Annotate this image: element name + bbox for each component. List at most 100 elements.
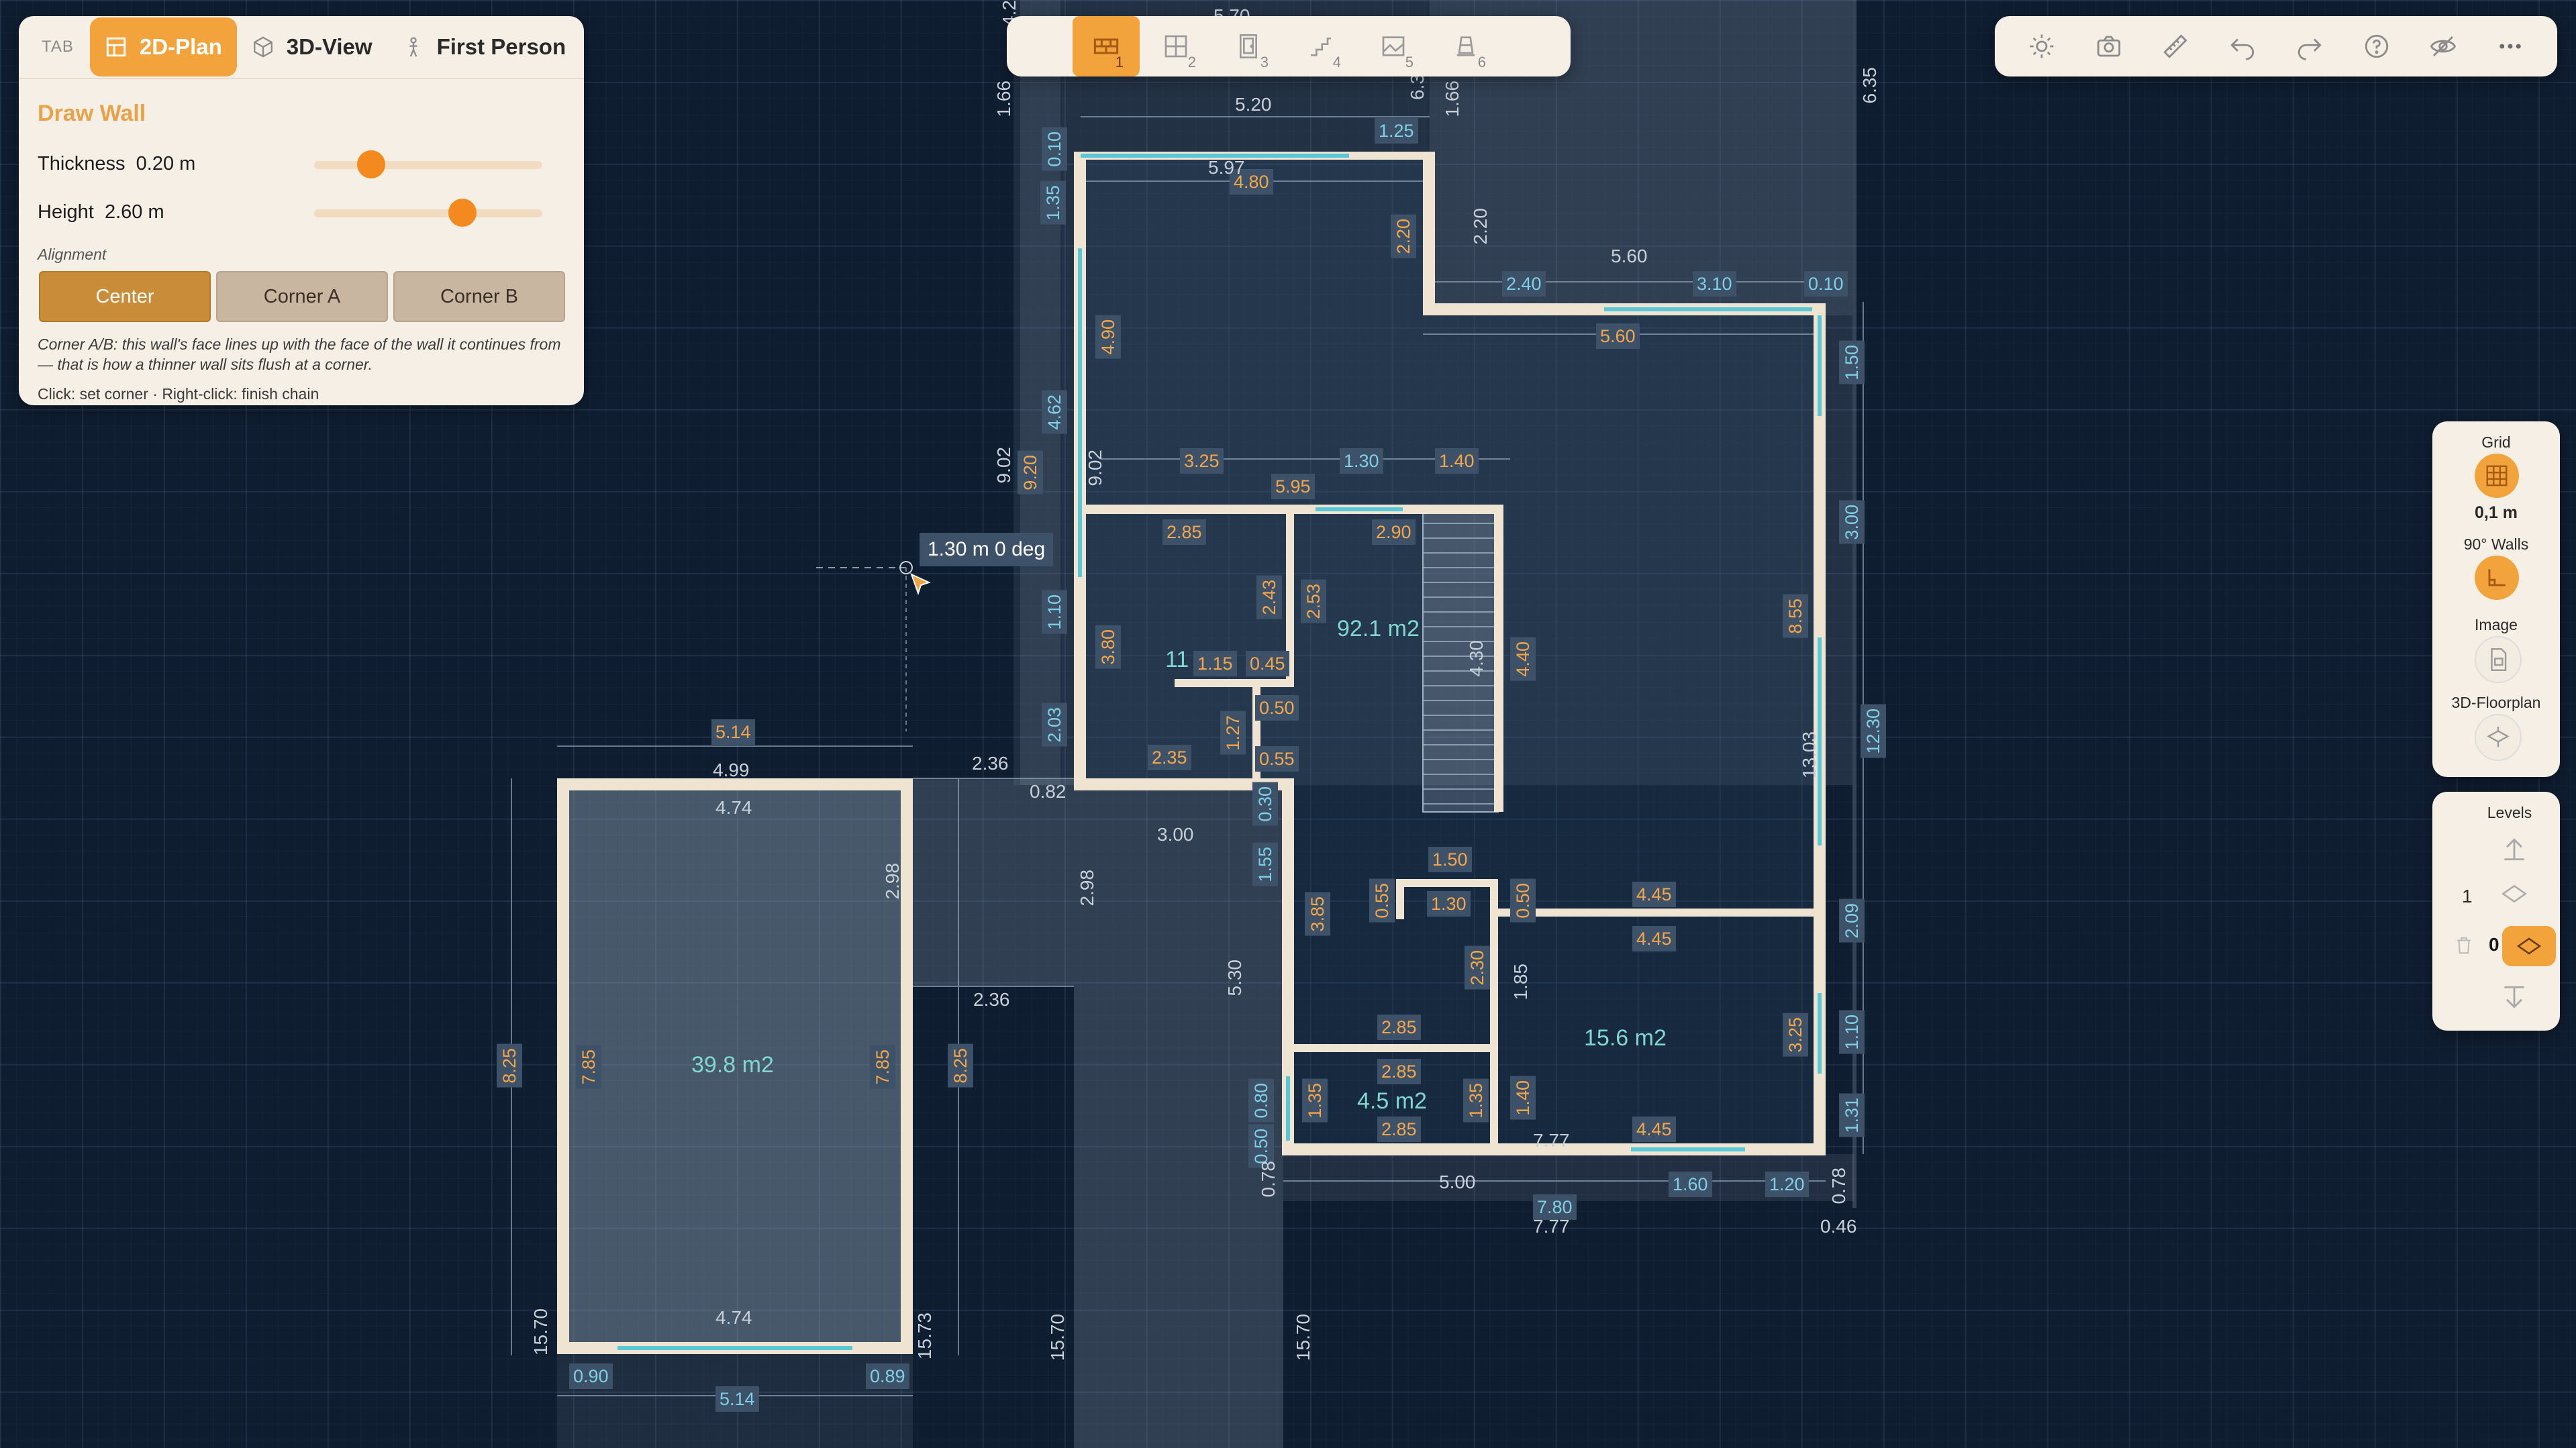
dimension-label: 2.43 [1256, 576, 1282, 619]
dimension-label: 1.40 [1435, 448, 1479, 474]
level-0-button[interactable] [2502, 926, 2556, 966]
tool-window[interactable]: 2 [1140, 16, 1212, 76]
dimension-label: 4.45 [1632, 926, 1676, 951]
tab-first-person[interactable]: First Person [387, 17, 581, 76]
grid-toggle[interactable] [2475, 454, 2519, 498]
dimension-label: 2.98 [1077, 870, 1097, 907]
dimension-label: 1.40 [1510, 1076, 1536, 1120]
thickness-slider-knob[interactable] [357, 150, 385, 178]
thickness-slider[interactable] [314, 150, 542, 178]
mode-tabs: TAB 2D-Plan 3D-View First Person [19, 16, 584, 79]
tool-stairs[interactable]: 4 [1285, 16, 1357, 76]
tab-2d-plan[interactable]: 2D-Plan [89, 17, 237, 76]
tool-window-num: 2 [1187, 54, 1196, 70]
tool-object-num: 6 [1477, 54, 1486, 70]
level-1-button[interactable] [2495, 880, 2533, 907]
tool-stairs-num: 4 [1332, 54, 1341, 70]
image-doc-icon [2491, 648, 2507, 672]
height-slider-knob[interactable] [448, 199, 477, 227]
redo-button[interactable] [2289, 26, 2330, 66]
dimension-label: 5.20 [1235, 94, 1272, 115]
dimension-label: 2.53 [1301, 580, 1326, 623]
walls90-toggle[interactable] [2475, 556, 2519, 600]
dimension-label: 2.40 [1502, 271, 1546, 297]
ruler-button[interactable] [2155, 26, 2195, 66]
tool-wall[interactable]: 1 [1073, 16, 1140, 76]
tool-object[interactable]: 6 [1430, 16, 1502, 76]
dimension-label: 0.89 [866, 1363, 909, 1389]
height-row: Height 2.60 m [38, 201, 164, 223]
alignment-center-button[interactable]: Center [39, 271, 211, 322]
dimension-label: 1.30 [1427, 891, 1471, 917]
more-button[interactable] [2490, 26, 2530, 66]
dimension-label: 3.80 [1095, 625, 1121, 669]
dimension-label: 5.30 [1224, 960, 1245, 996]
dimension-label: 4.45 [1632, 882, 1676, 907]
add-level-down-button[interactable] [2499, 982, 2529, 1012]
visibility-button[interactable] [2423, 26, 2463, 66]
room-area-bath: 4.5 m2 [1357, 1088, 1427, 1114]
level-0-label[interactable]: 0 [2489, 934, 2499, 955]
dimension-label: 1.60 [1669, 1172, 1712, 1197]
camera-button[interactable] [2089, 26, 2129, 66]
levels-title: Levels [2487, 804, 2532, 821]
delete-level-button[interactable] [2454, 935, 2474, 955]
height-slider[interactable] [314, 199, 542, 227]
image-toggle[interactable] [2475, 636, 2522, 683]
tab-3d-view[interactable]: 3D-View [237, 17, 387, 76]
dimension-label: 5.60 [1611, 246, 1648, 266]
arrow-up-add-icon [2504, 838, 2524, 861]
alignment-corner-a-button[interactable]: Corner A [216, 271, 388, 322]
image-label: Image [2475, 616, 2518, 633]
tool-door[interactable]: 3 [1212, 16, 1285, 76]
floorplan3d-label: 3D-Floorplan [2451, 694, 2541, 711]
grid-icon [2486, 465, 2508, 486]
dimension-label: 1.66 [993, 81, 1014, 117]
dimension-label: 1.35 [1302, 1079, 1328, 1123]
undo-button[interactable] [2222, 26, 2263, 66]
corner-hint: Corner A/B: this wall's face lines up wi… [38, 335, 561, 373]
dimension-label: 2.20 [1470, 208, 1491, 245]
dimension-label: 1.55 [1252, 843, 1278, 886]
dimension-label: 15.70 [530, 1308, 551, 1356]
dimension-label: 9.02 [1085, 450, 1105, 486]
tool-image[interactable]: 5 [1357, 16, 1430, 76]
hide-icon [2430, 36, 2457, 56]
layer-icon [2501, 884, 2527, 903]
dimension-label: 9.20 [1018, 451, 1043, 495]
person-icon [409, 37, 417, 57]
dimension-label: 15.70 [1047, 1314, 1068, 1361]
room-area-bedroom: 15.6 m2 [1584, 1025, 1667, 1051]
draw-wall-title: Draw Wall [38, 101, 146, 126]
sun-button[interactable] [2022, 26, 2062, 66]
alignment-corner-b-button[interactable]: Corner B [393, 271, 565, 322]
dimension-label: 2.36 [972, 753, 1009, 774]
floorplan3d-toggle[interactable] [2475, 714, 2522, 761]
dimension-label: 3.25 [1783, 1013, 1808, 1057]
dimension-label: 5.97 [1208, 157, 1245, 178]
redo-icon [2297, 38, 2322, 60]
help-button[interactable] [2357, 26, 2397, 66]
dimension-label: 0.78 [1258, 1161, 1279, 1198]
add-level-up-button[interactable] [2499, 835, 2529, 864]
dimension-label: 0.46 [1820, 1216, 1857, 1237]
tab-first-person-label: First Person [436, 34, 566, 59]
dimension-label: 0.82 [1030, 781, 1067, 802]
dimension-label: 0.80 [1248, 1079, 1274, 1123]
floorplan3d-icon [2487, 727, 2510, 747]
door-tool-icon [1240, 34, 1257, 58]
dimension-label: 1.31 [1839, 1094, 1865, 1137]
tool-wall-num: 1 [1115, 54, 1124, 70]
dimension-label: 4.74 [715, 797, 752, 818]
click-hint: Click: set corner · Right-click: finish … [38, 385, 319, 403]
actions-bar [1995, 16, 2557, 76]
layer-active-icon [2516, 937, 2542, 955]
dimension-label: 0.90 [569, 1363, 613, 1389]
dimension-label: 1.25 [1375, 118, 1418, 144]
walls90-label: 90° Walls [2463, 535, 2529, 553]
dimension-label: 9.02 [993, 447, 1014, 484]
cursor-readout: 1.30 m 0 deg [920, 533, 1054, 566]
dimension-label: 15.70 [1293, 1314, 1314, 1361]
level-1-label[interactable]: 1 [2462, 886, 2473, 907]
tab-2d-plan-label: 2D-Plan [139, 34, 222, 59]
